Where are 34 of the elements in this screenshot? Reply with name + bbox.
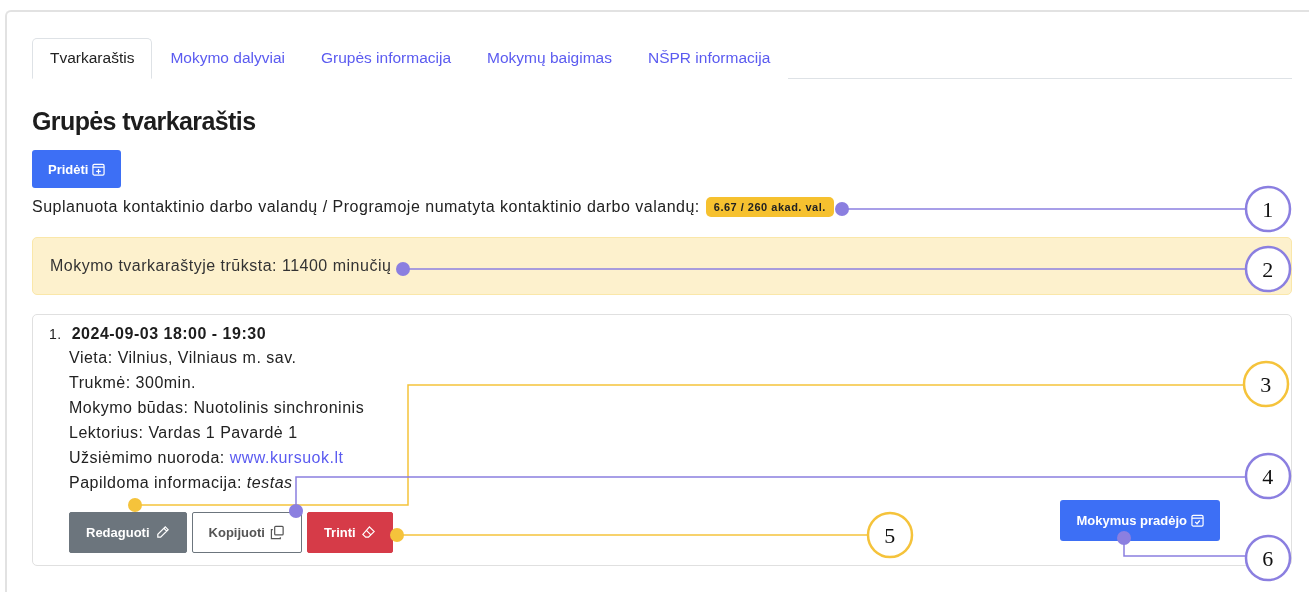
callout-number: 6 xyxy=(1244,534,1292,582)
callout-number: 5 xyxy=(866,511,914,559)
hours-badge: 6.67 / 260 akad. val. xyxy=(705,197,834,217)
pencil-icon xyxy=(154,525,170,540)
detail-label: Užsiėmimo nuoroda: xyxy=(69,448,225,468)
detail-value: Vardas 1 Pavardė 1 xyxy=(148,423,298,443)
callout-number: 2 xyxy=(1244,245,1292,293)
detail-label: Vieta: xyxy=(69,348,113,368)
copy-button[interactable]: Kopijuoti xyxy=(191,512,302,553)
tab[interactable]: Tvarkaraštis xyxy=(32,38,153,79)
delete-button[interactable]: Trinti xyxy=(306,512,393,553)
calendar-check-icon xyxy=(1191,514,1204,527)
detail-label: Trukmė: xyxy=(69,373,131,393)
page-heading: Grupės tvarkaraštis xyxy=(32,107,257,136)
detail-value: 300min. xyxy=(135,373,196,393)
session-title: 2024-09-03 18:00 - 19:30 xyxy=(71,325,267,343)
edit-button[interactable]: Redaguoti xyxy=(69,512,187,553)
eraser-icon xyxy=(360,525,376,540)
callout-number: 3 xyxy=(1242,360,1290,408)
detail-value: Vilnius, Vilniaus m. sav. xyxy=(117,348,297,368)
detail-label: Papildoma informacija: xyxy=(69,473,242,493)
callout-number: 4 xyxy=(1244,452,1292,500)
detail-value: testas xyxy=(246,473,293,493)
list-number: 1. xyxy=(49,326,62,342)
copy-icon xyxy=(269,525,285,540)
add-button[interactable]: Pridėti xyxy=(32,150,122,188)
hours-label: Suplanuota kontaktinio darbo valandų / Programoje numatyta kontaktinio darbo valandų: xyxy=(32,198,700,216)
calendar-plus-icon xyxy=(92,162,106,176)
status-button[interactable]: Mokymus pradėjo xyxy=(1060,500,1220,541)
callout-number: 1 xyxy=(1244,185,1292,233)
detail-value: Nuotolinis sinchroninis xyxy=(193,398,365,418)
detail-label: Lektorius: xyxy=(69,423,144,443)
session-link[interactable]: www.kursuok.lt xyxy=(229,448,344,468)
detail-label: Mokymo būdas: xyxy=(69,398,189,418)
